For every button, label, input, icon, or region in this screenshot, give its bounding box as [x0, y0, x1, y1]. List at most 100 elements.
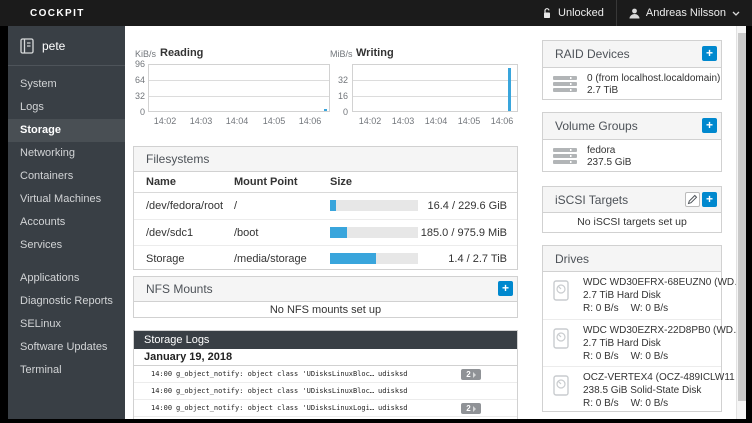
expand-icon — [473, 372, 476, 378]
sidebar-item-applications[interactable]: Applications — [8, 267, 125, 290]
main-column: KiB/s Reading 96 64 32 0 14:02 14:03 14:… — [133, 26, 518, 419]
reading-chart: KiB/s Reading 96 64 32 0 14:02 14:03 14:… — [133, 44, 338, 149]
x-tick: 14:02 — [359, 116, 382, 126]
volume-group-name: fedora — [587, 145, 615, 156]
sidebar-menu: System Logs Storage Networking Container… — [8, 73, 125, 382]
expand-icon — [473, 406, 476, 412]
writing-plot-area — [352, 64, 518, 112]
iscsi-targets-header: iSCSI Targets + — [543, 187, 721, 213]
sidebar-item-networking[interactable]: Networking — [8, 142, 125, 165]
raid-devices-header: RAID Devices + — [543, 41, 721, 68]
add-iscsi-target-button[interactable]: + — [702, 192, 717, 207]
drive-name: WDC WD30EZRX-22D8PB0 (WD… — [583, 325, 743, 336]
drive-read-rate: R: 0 B/s — [583, 398, 619, 409]
nfs-mounts-header: NFS Mounts + — [134, 277, 517, 302]
fs-mount-point: /media/storage — [234, 246, 307, 272]
log-service: udisksd — [378, 400, 408, 417]
filesystem-row[interactable]: /dev/fedora/root / 16.4 / 229.6 GiB — [134, 193, 517, 219]
sidebar: pete System Logs Storage Networking Cont… — [8, 26, 125, 419]
y-tick: 32 — [129, 91, 145, 101]
log-row[interactable]: 14:00 g_object_notify: object class 'UDi… — [134, 400, 517, 417]
filesystem-row[interactable]: Storage /media/storage 1.4 / 2.7 TiB — [134, 245, 517, 271]
sidebar-item-accounts[interactable]: Accounts — [8, 211, 125, 234]
raid-device-row[interactable]: 0 (from localhost.localdomain) 2.7 TiB — [543, 68, 721, 99]
gridline — [353, 96, 517, 97]
add-volume-group-button[interactable]: + — [702, 118, 717, 133]
nfs-mounts-title: NFS Mounts — [146, 282, 213, 296]
x-tick: 14:06 — [299, 116, 322, 126]
drive-row[interactable]: WDC WD30EZRX-22D8PB0 (WD… 2.7 TiB Hard D… — [543, 319, 721, 366]
y-tick: 16 — [332, 91, 348, 101]
server-icon — [20, 38, 34, 54]
reading-unit-label: KiB/s — [135, 49, 156, 59]
hard-disk-icon — [553, 375, 569, 396]
drives-panel: Drives WDC WD30EFRX-68EUZN0 (WD… 2.7 TiB… — [542, 245, 722, 412]
drive-row[interactable]: WDC WD30EFRX-68EUZN0 (WD… 2.7 TiB Hard D… — [543, 272, 721, 319]
drive-description: 2.7 TiB Hard Disk — [583, 338, 661, 349]
y-tick: 32 — [332, 75, 348, 85]
y-tick: 0 — [332, 107, 348, 117]
nfs-empty-state: No NFS mounts set up — [134, 302, 517, 318]
fs-name: /dev/fedora/root — [146, 193, 223, 219]
col-name: Name — [146, 172, 176, 193]
scrollbar-thumb[interactable] — [738, 33, 746, 401]
log-time: 14:00 — [151, 400, 172, 417]
reading-data-point — [324, 109, 327, 111]
volume-group-row[interactable]: fedora 237.5 GiB — [543, 140, 721, 171]
unlocked-label: Unlocked — [558, 7, 604, 19]
log-date-header: January 19, 2018 — [134, 349, 517, 366]
sidebar-item-terminal[interactable]: Terminal — [8, 359, 125, 382]
log-count: 2 — [466, 403, 470, 414]
sidebar-item-storage[interactable]: Storage — [8, 119, 125, 142]
cockpit-logo: COCKPIT — [0, 8, 85, 19]
usage-bar — [330, 227, 418, 238]
scrollbar-track[interactable] — [736, 26, 746, 419]
drives-title: Drives — [555, 252, 589, 266]
x-tick: 14:04 — [226, 116, 249, 126]
log-service: udisksd — [378, 366, 408, 383]
drive-row[interactable]: OCZ-VERTEX4 (OCZ-489ICLW11… 238.5 GiB So… — [543, 366, 721, 413]
lock-open-icon — [542, 8, 552, 19]
user-menu[interactable]: Andreas Nilsson — [617, 0, 752, 26]
drives-header: Drives — [543, 246, 721, 272]
sidebar-item-containers[interactable]: Containers — [8, 165, 125, 188]
sidebar-item-diagnostic-reports[interactable]: Diagnostic Reports — [8, 290, 125, 313]
sidebar-item-logs[interactable]: Logs — [8, 96, 125, 119]
log-service: udisksd — [378, 417, 408, 419]
x-tick: 14:03 — [392, 116, 415, 126]
sidebar-item-selinux[interactable]: SELinux — [8, 313, 125, 336]
sidebar-item-system[interactable]: System — [8, 73, 125, 96]
sidebar-item-services[interactable]: Services — [8, 234, 125, 257]
storage-logs-header: Storage Logs — [134, 331, 517, 349]
usage-bar-fill — [330, 200, 336, 211]
log-message: g_object_notify: object class 'UDisksLin… — [176, 366, 374, 383]
storage-stack-icon — [553, 76, 577, 92]
host-selector[interactable]: pete — [8, 26, 125, 54]
raid-size: 2.7 TiB — [587, 85, 618, 96]
reading-plot-area — [148, 64, 330, 112]
y-tick: 96 — [129, 59, 145, 69]
filesystem-row[interactable]: /dev/sdc1 /boot 185.0 / 975.9 MiB — [134, 219, 517, 245]
log-row[interactable]: 14:00 g_object_notify: object class 'UDi… — [134, 417, 517, 419]
filesystems-column-headers: Name Mount Point Size — [134, 172, 517, 193]
drive-io-rates: R: 0 B/sW: 0 B/s — [583, 351, 680, 362]
y-tick: 0 — [129, 107, 145, 117]
col-mount-point: Mount Point — [234, 172, 298, 193]
unlocked-button[interactable]: Unlocked — [530, 0, 616, 26]
log-row[interactable]: 14:00 g_object_notify: object class 'UDi… — [134, 366, 517, 383]
log-row[interactable]: 14:00 g_object_notify: object class 'UDi… — [134, 383, 517, 400]
edit-iscsi-button[interactable] — [685, 192, 700, 207]
sidebar-item-software-updates[interactable]: Software Updates — [8, 336, 125, 359]
host-name: pete — [42, 39, 65, 53]
gridline — [149, 96, 329, 97]
storage-page: KiB/s Reading 96 64 32 0 14:02 14:03 14:… — [125, 26, 746, 419]
add-nfs-mount-button[interactable]: + — [498, 281, 513, 296]
fs-mount-point: /boot — [234, 220, 258, 246]
user-name: Andreas Nilsson — [646, 7, 726, 19]
log-message: g_object_notify: object class 'UDisksLin… — [176, 383, 374, 400]
log-count-badge: 2 — [461, 369, 481, 380]
add-raid-button[interactable]: + — [702, 46, 717, 61]
volume-group-size: 237.5 GiB — [587, 157, 631, 168]
usage-bar — [330, 253, 418, 264]
sidebar-item-virtual-machines[interactable]: Virtual Machines — [8, 188, 125, 211]
